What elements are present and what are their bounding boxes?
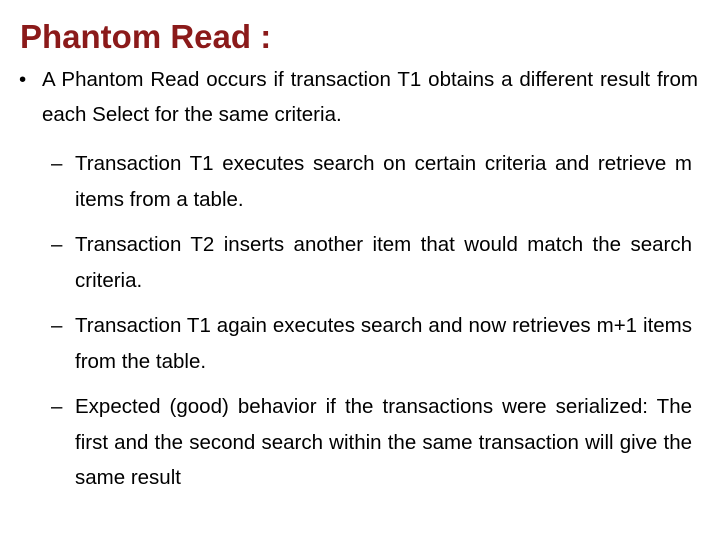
sub-bullet-text-4: Expected (good) behavior if the transact… [75,395,692,489]
slide-body: • A Phantom Read occurs if transaction T… [0,62,720,504]
sub-bullet-item-4: – Expected (good) behavior if the transa… [0,389,720,496]
bullet-marker-icon: • [19,68,27,91]
page-title: Phantom Read : [20,18,272,55]
dash-marker-icon: – [51,395,63,418]
bullet-text-level1: A Phantom Read occurs if transaction T1 … [42,68,698,126]
sub-bullet-text-2: Transaction T2 inserts another item that… [75,233,692,292]
bullet-item-level1: • A Phantom Read occurs if transaction T… [0,62,720,132]
dash-marker-icon: – [51,314,63,337]
dash-marker-icon: – [51,152,63,175]
sub-bullet-item-3: – Transaction T1 again executes search a… [0,308,720,379]
slide-canvas: Phantom Read : • A Phantom Read occurs i… [0,0,720,540]
sub-bullet-text-3: Transaction T1 again executes search and… [75,314,692,373]
sub-bullet-item-1: – Transaction T1 executes search on cert… [0,146,720,217]
dash-marker-icon: – [51,233,63,256]
sub-bullet-item-2: – Transaction T2 inserts another item th… [0,227,720,298]
sub-bullet-text-1: Transaction T1 executes search on certai… [75,152,692,211]
